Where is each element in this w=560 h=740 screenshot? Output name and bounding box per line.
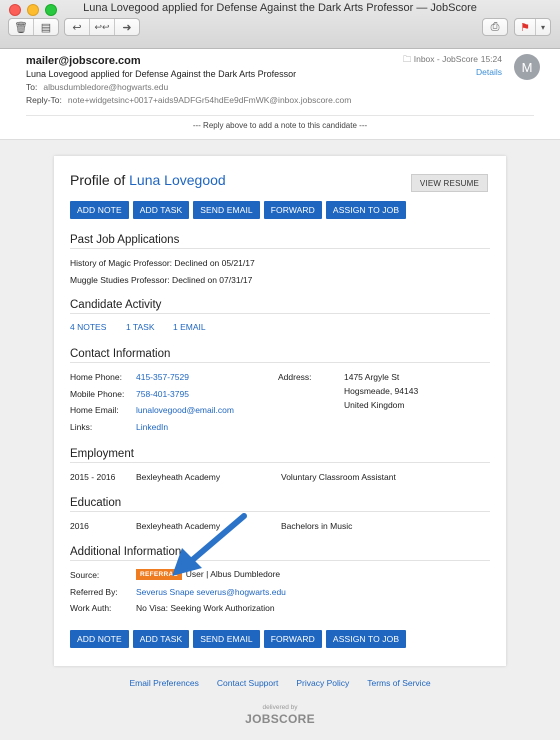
contact-support-link[interactable]: Contact Support bbox=[217, 678, 278, 688]
privacy-policy-link[interactable]: Privacy Policy bbox=[296, 678, 349, 688]
mail-window: Luna Lovegood applied for Defense Agains… bbox=[0, 0, 560, 740]
profile-title: Profile of Luna Lovegood bbox=[70, 172, 226, 188]
add-task-button[interactable]: ADD TASK bbox=[132, 201, 190, 219]
folder-icon: 🗀 bbox=[402, 54, 412, 64]
mobile-phone-link[interactable]: 758-401-3795 bbox=[136, 389, 189, 399]
candidate-name-link[interactable]: Luna Lovegood bbox=[129, 172, 226, 188]
sender: mailer@jobscore.com bbox=[26, 55, 141, 67]
message-subject: Luna Lovegood applied for Defense Agains… bbox=[26, 69, 297, 79]
annotation-arrow-icon bbox=[172, 513, 247, 576]
mailbox-name: Inbox - JobScore bbox=[413, 54, 478, 64]
view-resume-button[interactable]: VIEW RESUME bbox=[410, 174, 488, 192]
add-task-button[interactable]: ADD TASK bbox=[132, 630, 190, 648]
address-label: Address: bbox=[278, 372, 312, 382]
address-line: 1475 Argyle St bbox=[344, 372, 400, 382]
reply-to-label: Reply-To: bbox=[26, 95, 62, 105]
reply-all-icon[interactable]: ↩↩ bbox=[90, 19, 115, 35]
additional-information-heading: Additional Information bbox=[70, 546, 490, 561]
chevron-down-icon[interactable]: ▾ bbox=[536, 19, 550, 35]
address-line: United Kingdom bbox=[344, 400, 405, 410]
avatar: M bbox=[514, 54, 540, 80]
past-applications-heading: Past Job Applications bbox=[70, 234, 490, 249]
forward-icon[interactable]: ➜ bbox=[115, 19, 139, 35]
education-degree: Bachelors in Music bbox=[281, 521, 353, 531]
education-heading: Education bbox=[70, 497, 490, 512]
education-year: 2016 bbox=[70, 521, 89, 531]
print-icon[interactable]: ⎙ bbox=[483, 19, 507, 35]
add-note-button[interactable]: ADD NOTE bbox=[70, 201, 129, 219]
reply-to-line: Reply-To: note+widgetsinc+0017+aids9ADFGr… bbox=[26, 95, 351, 105]
reply-icon[interactable]: ↩ bbox=[65, 19, 90, 35]
address-line: Hogsmeade, 94143 bbox=[344, 386, 419, 396]
delivered-by-text: delivered by bbox=[262, 704, 298, 711]
mailbox-label: 🗀 Inbox - JobScore bbox=[403, 54, 478, 68]
reply-to-address: note+widgetsinc+0017+aids9ADFGr54hdEe9dF… bbox=[67, 95, 352, 105]
footer-links: Email Preferences Contact Support Privac… bbox=[0, 678, 560, 688]
recipient: albusdumbledore@hogwarts.edu bbox=[43, 82, 169, 92]
past-application-item: Muggle Studies Professor: Declined on 07… bbox=[70, 275, 253, 285]
divider bbox=[26, 115, 534, 116]
home-phone-label: Home Phone: bbox=[70, 372, 122, 382]
forward-button[interactable]: FORWARD bbox=[263, 630, 322, 648]
home-email-link[interactable]: lunalovegood@email.com bbox=[136, 405, 234, 415]
jobscore-logo: JOBSCORE bbox=[245, 712, 315, 726]
reply-actions-group: ↩ ↩↩ ➜ bbox=[64, 18, 140, 36]
linkedin-link[interactable]: LinkedIn bbox=[136, 422, 168, 432]
tasks-link[interactable]: 1 TASK bbox=[126, 322, 155, 332]
employment-heading: Employment bbox=[70, 448, 490, 463]
employment-organization: Bexleyheath Academy bbox=[136, 472, 221, 482]
window-title: Luna Lovegood applied for Defense Agains… bbox=[83, 2, 477, 14]
flag-icon[interactable]: ⚑ bbox=[515, 19, 536, 35]
forward-button[interactable]: FORWARD bbox=[263, 201, 322, 219]
send-email-button[interactable]: SEND EMAIL bbox=[193, 630, 260, 648]
source-label: Source: bbox=[70, 570, 100, 580]
send-email-button[interactable]: SEND EMAIL bbox=[193, 201, 260, 219]
work-auth-value: No Visa: Seeking Work Authorization bbox=[136, 603, 275, 613]
assign-to-job-button[interactable]: ASSIGN TO JOB bbox=[325, 630, 407, 648]
to-label: To: bbox=[26, 82, 38, 92]
print-group: ⎙ bbox=[482, 18, 508, 36]
profile-actions-top: ADD NOTE ADD TASK SEND EMAIL FORWARD ASS… bbox=[70, 201, 407, 219]
candidate-profile-card: Profile of Luna Lovegood VIEW RESUME ADD… bbox=[54, 156, 506, 666]
work-auth-label: Work Auth: bbox=[70, 603, 112, 613]
contact-information-heading: Contact Information bbox=[70, 348, 490, 363]
details-link[interactable]: Details bbox=[476, 67, 502, 77]
message-body: Profile of Luna Lovegood VIEW RESUME ADD… bbox=[0, 140, 560, 740]
employment-role: Voluntary Classroom Assistant bbox=[281, 472, 396, 482]
referred-by-label: Referred By: bbox=[70, 587, 118, 597]
message-time: 15:24 bbox=[480, 54, 502, 64]
recipient-line: To: albusdumbledore@hogwarts.edu bbox=[26, 82, 168, 92]
terms-of-service-link[interactable]: Terms of Service bbox=[367, 678, 430, 688]
mobile-phone-label: Mobile Phone: bbox=[70, 389, 125, 399]
assign-to-job-button[interactable]: ASSIGN TO JOB bbox=[325, 201, 407, 219]
title-bar: Luna Lovegood applied for Defense Agains… bbox=[0, 0, 560, 49]
home-phone-link[interactable]: 415-357-7529 bbox=[136, 372, 189, 382]
past-application-item: History of Magic Professor: Declined on … bbox=[70, 258, 255, 268]
flag-group: ⚑ ▾ bbox=[514, 18, 551, 36]
reply-instruction: --- Reply above to add a note to this ca… bbox=[192, 121, 368, 130]
message-header: mailer@jobscore.com Luna Lovegood applie… bbox=[0, 49, 560, 140]
profile-actions-bottom: ADD NOTE ADD TASK SEND EMAIL FORWARD ASS… bbox=[70, 630, 407, 648]
referrer-link[interactable]: Severus Snape severus@hogwarts.edu bbox=[136, 587, 286, 597]
add-note-button[interactable]: ADD NOTE bbox=[70, 630, 129, 648]
profile-title-prefix: Profile of bbox=[70, 172, 126, 188]
email-preferences-link[interactable]: Email Preferences bbox=[129, 678, 198, 688]
emails-link[interactable]: 1 EMAIL bbox=[173, 322, 206, 332]
links-label: Links: bbox=[70, 422, 93, 432]
notes-link[interactable]: 4 NOTES bbox=[70, 322, 106, 332]
archive-icon[interactable]: ▤ bbox=[34, 19, 58, 35]
candidate-activity-heading: Candidate Activity bbox=[70, 299, 490, 314]
mailbox-actions-group: 🗑 ▤ bbox=[8, 18, 59, 36]
home-email-label: Home Email: bbox=[70, 405, 119, 415]
trash-icon[interactable]: 🗑 bbox=[9, 19, 34, 35]
employment-years: 2015 - 2016 bbox=[70, 472, 116, 482]
